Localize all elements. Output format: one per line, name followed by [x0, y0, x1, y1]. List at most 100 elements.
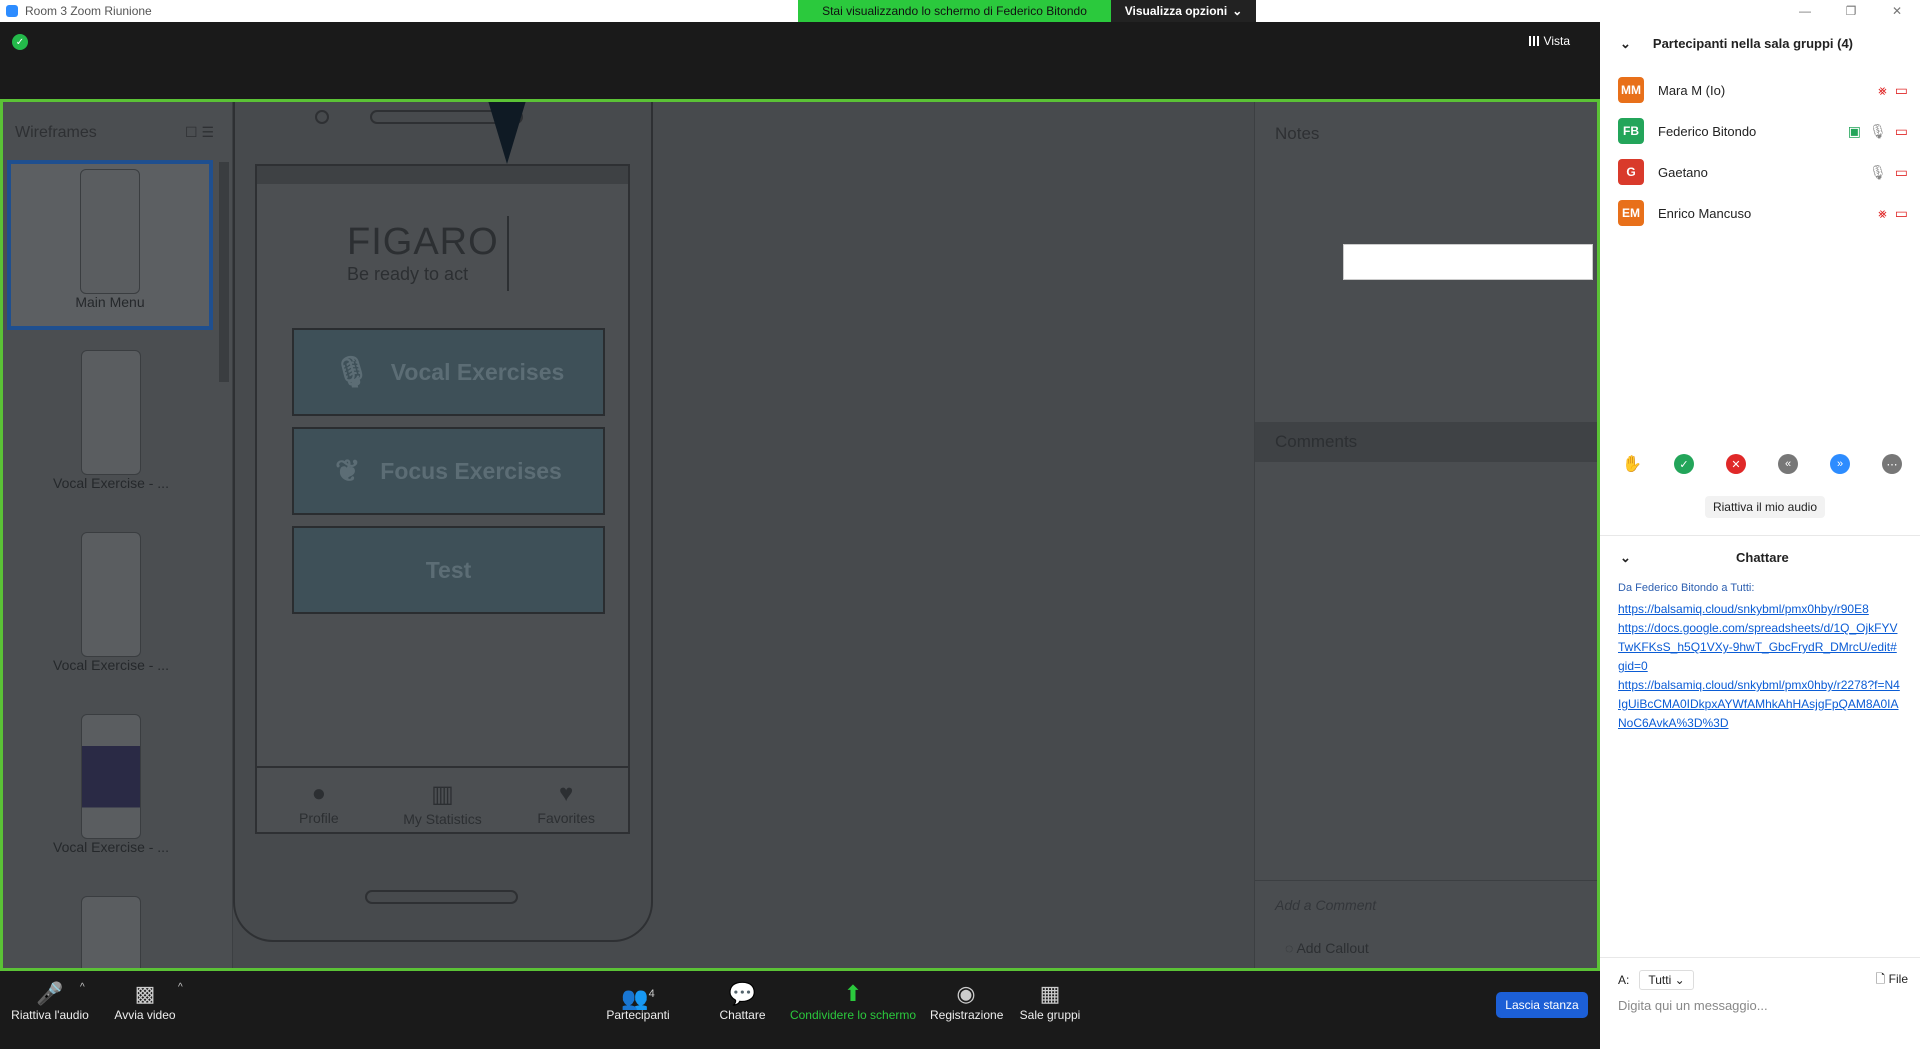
- start-video-label: Avvia video: [114, 1008, 176, 1022]
- chat-button[interactable]: 💬 Chattare: [715, 980, 770, 1022]
- chat-bubble-icon: 💬: [728, 981, 757, 1006]
- avatar: FB: [1618, 118, 1644, 144]
- unmute-my-audio-button[interactable]: Riattiva il mio audio: [1705, 496, 1825, 518]
- focus-exercises-button[interactable]: ❦ Focus Exercises: [292, 427, 605, 515]
- button-label: Focus Exercises: [380, 457, 562, 484]
- file-button[interactable]: 🗋 File: [1876, 970, 1908, 991]
- participant-row[interactable]: MM Mara M (Io) ⨳ ▭: [1618, 76, 1908, 104]
- person-icon: ●: [311, 780, 327, 807]
- wireframe-thumb-image: [81, 714, 141, 839]
- chat-sender-line: Da Federico Bitondo a Tutti:: [1618, 582, 1754, 594]
- test-button[interactable]: Test: [292, 526, 605, 614]
- comments-title: Comments: [1275, 432, 1358, 451]
- view-button[interactable]: Vista: [1528, 34, 1570, 48]
- chat-header[interactable]: ⌄ Chattare: [1620, 550, 1900, 566]
- wireframe-thumb-image: [81, 532, 141, 657]
- yes-icon[interactable]: ✓: [1674, 454, 1694, 474]
- recipient-value: Tutti: [1648, 973, 1672, 987]
- unmute-button[interactable]: 🎤 Riattiva l'audio: [10, 980, 90, 1022]
- security-shield-icon[interactable]: ✓: [12, 34, 28, 50]
- chat-link[interactable]: https://balsamiq.cloud/snkybml/pmx0hby/r…: [1618, 600, 1903, 619]
- notes-input[interactable]: [1343, 244, 1593, 280]
- button-label: Vocal Exercises: [390, 358, 565, 385]
- wireframe-thumb-label: Main Menu: [75, 294, 145, 310]
- audio-options-caret[interactable]: ^: [80, 982, 85, 993]
- wireframes-panel: Wireframes ☐ ☰ Main Menu Vocal Exercise …: [3, 102, 233, 968]
- logo-name: FIGARO: [347, 221, 499, 263]
- leave-room-button[interactable]: Lascia stanza: [1496, 992, 1588, 1018]
- chat-sender-name[interactable]: Federico Bitondo: [1635, 582, 1718, 594]
- panel-menu-icon: ☐ ☰: [185, 124, 214, 140]
- share-screen-icon: ⬆: [843, 981, 863, 1006]
- participant-row[interactable]: EM Enrico Mancuso ⨳ ▭: [1618, 199, 1908, 227]
- wireframe-thumb: Vocal Exercise - ...: [11, 350, 211, 491]
- add-comment-input[interactable]: Add a Comment: [1275, 897, 1376, 913]
- zoom-app-icon: [6, 5, 18, 17]
- share-screen-label: Condividere lo schermo: [789, 1008, 917, 1022]
- chevron-down-icon[interactable]: ⌄: [1620, 550, 1631, 565]
- share-screen-button[interactable]: ⬆ Condividere lo schermo: [788, 980, 918, 1022]
- close-button[interactable]: ✕: [1874, 0, 1920, 22]
- file-label: File: [1888, 971, 1908, 986]
- no-icon[interactable]: ✕: [1726, 454, 1746, 474]
- start-video-button[interactable]: ▩ Avvia video: [110, 980, 180, 1022]
- record-label: Registrazione: [930, 1008, 1004, 1022]
- chat-link[interactable]: https://balsamiq.cloud/snkybml/pmx0hby/r…: [1618, 676, 1903, 733]
- scrollbar[interactable]: [219, 162, 229, 382]
- chat-label: Chattare: [719, 1008, 766, 1022]
- participants-button[interactable]: 👥4 Partecipanti: [598, 980, 678, 1022]
- participant-name: Mara M (Io): [1658, 82, 1726, 98]
- chat-recipient-row: A: Tutti ⌄ 🗋 File: [1618, 970, 1908, 990]
- shared-screen[interactable]: Wireframes ☐ ☰ Main Menu Vocal Exercise …: [0, 99, 1600, 971]
- participant-row[interactable]: FB Federico Bitondo ▣ 🎙 ▭: [1618, 117, 1908, 145]
- button-label: Test: [425, 556, 472, 583]
- view-options-button[interactable]: Visualizza opzioni ⌄: [1111, 0, 1256, 22]
- vocal-exercises-button[interactable]: 🎙 Vocal Exercises: [292, 328, 605, 416]
- breakout-rooms-button[interactable]: ▦ Sale gruppi: [1018, 980, 1082, 1022]
- tab-favorites[interactable]: ♥ Favorites: [504, 768, 628, 832]
- participants-count: 4: [648, 988, 655, 1000]
- file-icon: 🗋: [1875, 971, 1889, 986]
- record-button[interactable]: ◉ Registrazione: [930, 980, 1004, 1022]
- wireframe-thumb-image: [80, 169, 140, 294]
- minimize-button[interactable]: —: [1782, 0, 1828, 22]
- raise-hand-icon[interactable]: ✋: [1622, 454, 1642, 474]
- wireframe-thumb-label: Vocal Exercise - ...: [53, 839, 169, 855]
- add-callout-button[interactable]: ◌ Add Callout: [1285, 940, 1369, 956]
- participants-icon: 👥4: [621, 985, 655, 1011]
- wireframe-thumb-image: [81, 896, 141, 968]
- recipient-select[interactable]: Tutti ⌄: [1639, 970, 1694, 990]
- wireframe-thumb-label: Vocal Exercise - ...: [53, 657, 169, 673]
- chat-recipient: a Tutti:: [1718, 582, 1755, 594]
- phone-screen: FIGARO Be ready to act 🎙 Vocal Exercises…: [255, 164, 630, 834]
- status-bar: [257, 166, 628, 184]
- divider: [1600, 957, 1920, 958]
- message-input[interactable]: Digita qui un messaggio...: [1618, 998, 1768, 1013]
- microphone-muted-icon: ⨳: [1878, 204, 1887, 221]
- chat-link[interactable]: https://docs.google.com/spreadsheets/d/1…: [1618, 619, 1903, 676]
- chevron-down-icon[interactable]: ⌄: [1620, 36, 1631, 52]
- participants-header[interactable]: ⌄ Partecipanti nella sala gruppi (4): [1620, 36, 1853, 52]
- avatar: EM: [1618, 200, 1644, 226]
- tab-label: Favorites: [537, 810, 595, 826]
- notes-panel: Notes Comments Add a Comment ◌ Add Callo…: [1254, 102, 1597, 968]
- video-options-caret[interactable]: ^: [178, 982, 183, 993]
- heart-icon: ♥: [559, 780, 574, 807]
- participant-row[interactable]: G Gaetano 🎙 ▭: [1618, 158, 1908, 186]
- tab-profile[interactable]: ● Profile: [257, 768, 381, 832]
- tab-statistics[interactable]: ▥ My Statistics: [381, 768, 505, 832]
- faster-icon[interactable]: »: [1830, 454, 1850, 474]
- microphone-music-icon: 🎙: [332, 355, 371, 389]
- lungs-icon: ❦: [335, 454, 361, 488]
- window-controls: — ❐ ✕: [1782, 0, 1920, 22]
- breakout-rooms-label: Sale gruppi: [1019, 1008, 1081, 1022]
- to-label: A:: [1618, 973, 1630, 987]
- microphone-muted-icon: ⨳: [1878, 81, 1887, 98]
- participants-label: Partecipanti: [606, 1008, 670, 1022]
- restore-button[interactable]: ❐: [1828, 0, 1874, 22]
- arrow-pointer: [483, 102, 531, 164]
- slower-icon[interactable]: «: [1778, 454, 1798, 474]
- wireframe-thumb-label: Vocal Exercise - ...: [53, 475, 169, 491]
- divider: [1600, 535, 1920, 536]
- more-icon[interactable]: ⋯: [1882, 454, 1902, 474]
